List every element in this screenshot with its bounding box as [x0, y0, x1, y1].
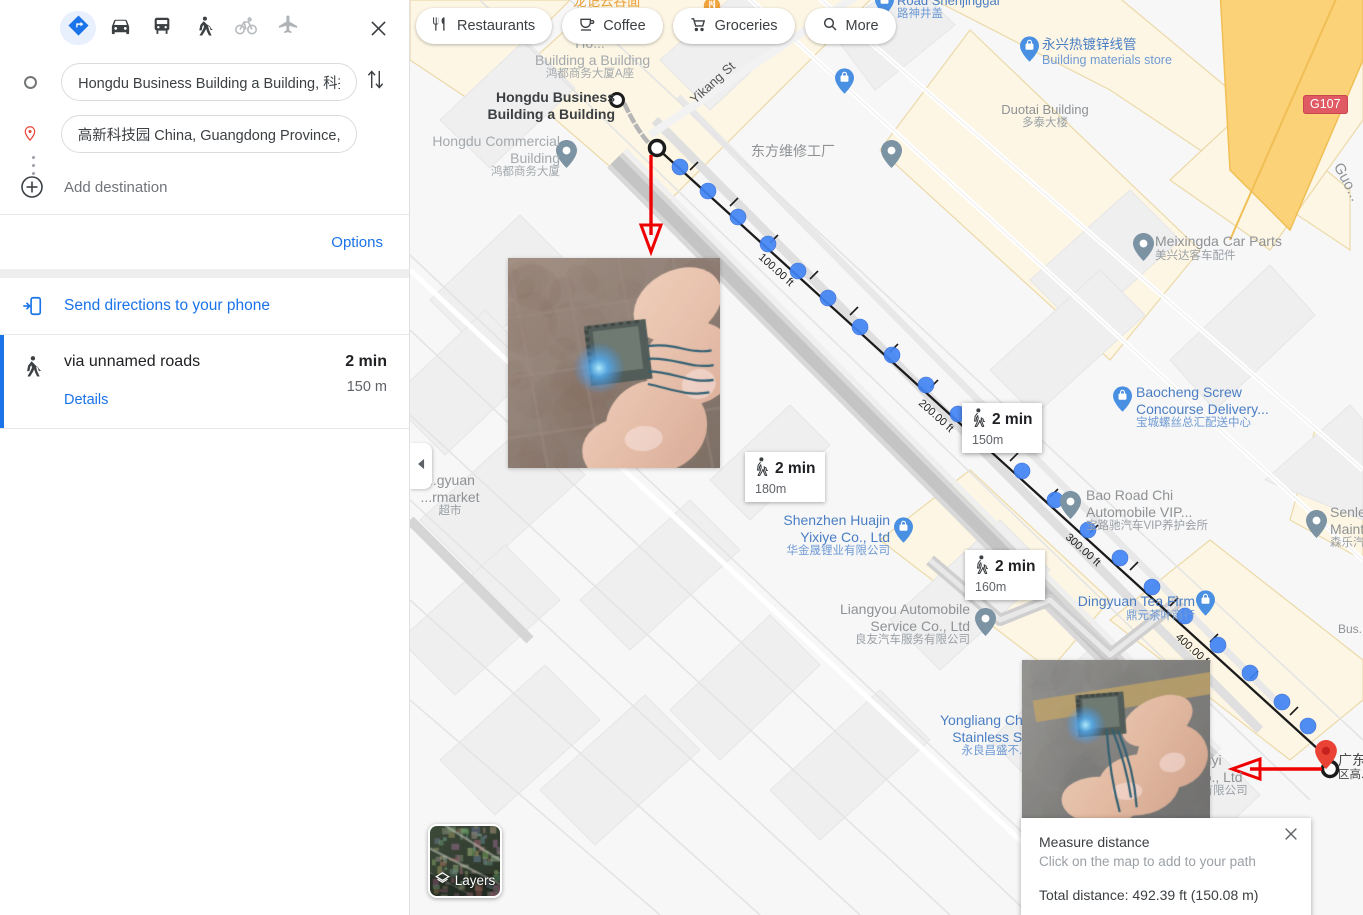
- walking-icon: [970, 408, 985, 432]
- map-label-bus: Bus...: [1338, 622, 1363, 636]
- plus-circle-icon: [0, 175, 64, 199]
- chip-label: Coffee: [603, 18, 645, 34]
- walking-icon: [973, 555, 988, 579]
- chevron-left-icon: [417, 457, 426, 475]
- layers-label: Layers: [455, 873, 496, 888]
- route-selected-accent: [0, 335, 4, 428]
- route-title: via unnamed roads: [64, 353, 345, 371]
- transit-icon: [151, 15, 173, 42]
- callout-distance: 150m: [972, 433, 1032, 447]
- measure-title: Measure distance: [1039, 834, 1293, 850]
- measure-start-node: [650, 141, 665, 156]
- measure-subtitle: Click on the map to add to your path: [1039, 854, 1293, 869]
- google-maps-app: 100.00 ft 200.00 ft 300.00 ft 400.00 ft: [0, 0, 1363, 915]
- chip-more[interactable]: More: [805, 8, 896, 44]
- search-icon: [822, 16, 838, 36]
- walking-icon: [0, 353, 64, 381]
- measure-distance-popup: Measure distance Click on the map to add…: [1021, 818, 1311, 915]
- photo-overlay-top: [508, 258, 720, 468]
- close-directions-button[interactable]: [361, 11, 395, 45]
- add-destination-label: Add destination: [64, 179, 167, 196]
- bicycle-icon: [234, 14, 258, 43]
- coffee-icon: [579, 16, 595, 36]
- chip-coffee[interactable]: Coffee: [562, 8, 662, 44]
- poi-pin-meixingda[interactable]: [1133, 233, 1154, 266]
- callout-time: 2 min: [775, 460, 815, 478]
- poi-pin-dongfang[interactable]: [881, 140, 902, 173]
- collapse-sidebar-button[interactable]: [410, 443, 432, 489]
- mode-cycling[interactable]: [228, 11, 270, 45]
- origin-row: Hongdu Business Building a Building, 科技: [0, 56, 395, 108]
- walk-callout-160m[interactable]: 2 min 160m: [965, 550, 1045, 600]
- measure-total-distance: Total distance: 492.39 ft (150.08 m): [1039, 887, 1293, 903]
- destination-value: 高新科技园 China, Guangdong Province, S: [78, 124, 340, 145]
- walking-icon: [753, 457, 768, 481]
- destination-pin[interactable]: [1315, 740, 1337, 774]
- map-category-chips: Restaurants Coffee Groceries More: [416, 8, 896, 44]
- origin-input[interactable]: Hongdu Business Building a Building, 科技: [61, 63, 357, 101]
- layers-button[interactable]: Layers: [428, 824, 502, 898]
- poi-pin-liangyou[interactable]: [975, 608, 996, 641]
- route-details-link[interactable]: Details: [64, 392, 345, 408]
- mode-flights[interactable]: [270, 11, 312, 45]
- chip-label: Groceries: [715, 18, 778, 34]
- mode-driving[interactable]: [102, 11, 144, 45]
- swap-waypoints-button[interactable]: [357, 68, 395, 96]
- chip-groceries[interactable]: Groceries: [673, 8, 795, 44]
- origin-node: [611, 94, 624, 107]
- callout-time: 2 min: [995, 558, 1035, 576]
- restaurant-icon: [433, 16, 449, 36]
- callout-time: 2 min: [992, 411, 1032, 429]
- mode-directions-best[interactable]: [60, 11, 102, 45]
- walk-callout-150m[interactable]: 2 min 150m: [962, 403, 1042, 453]
- route-shield-g107: G107: [1303, 95, 1348, 114]
- car-icon: [109, 14, 132, 42]
- send-directions-to-phone-row[interactable]: Send directions to your phone: [0, 278, 409, 335]
- destination-pin-icon: [0, 126, 61, 142]
- walking-icon: [193, 15, 215, 42]
- waypoint-inputs: Hongdu Business Building a Building, 科技: [0, 56, 409, 214]
- directions-diamond-icon: [67, 14, 90, 42]
- poi-pin-unnamed-store[interactable]: [835, 68, 854, 99]
- send-to-phone-icon: [0, 295, 64, 317]
- groceries-cart-icon: [690, 16, 707, 37]
- close-icon[interactable]: [1283, 826, 1301, 844]
- mode-transit[interactable]: [144, 11, 186, 45]
- poi-pin-yongxing[interactable]: [1020, 36, 1039, 67]
- poi-pin-hongdu-commercial[interactable]: [556, 140, 577, 173]
- callout-distance: 180m: [755, 482, 815, 496]
- poi-pin-senle[interactable]: [1306, 510, 1327, 543]
- mode-walking[interactable]: [186, 11, 228, 45]
- route-dots-decoration: [32, 156, 35, 175]
- chip-restaurants[interactable]: Restaurants: [416, 8, 552, 44]
- options-button[interactable]: Options: [331, 234, 383, 251]
- directions-sidebar: Hongdu Business Building a Building, 科技: [0, 0, 410, 915]
- destination-row: 高新科技园 China, Guangdong Province, S: [0, 108, 395, 160]
- chip-label: More: [846, 18, 879, 34]
- route-distance: 150 m: [345, 379, 387, 395]
- poi-pin-shenzhen-huajin[interactable]: [894, 517, 913, 548]
- destination-input[interactable]: 高新科技园 China, Guangdong Province, S: [61, 115, 357, 153]
- travel-mode-bar: [0, 0, 409, 56]
- send-directions-label: Send directions to your phone: [64, 297, 270, 315]
- poi-pin-baocheng[interactable]: [1113, 386, 1132, 417]
- sidebar-section-gap: [0, 269, 409, 278]
- swap-vertical-icon: [366, 68, 385, 96]
- options-row: Options: [0, 215, 409, 269]
- hamburger-menu-icon[interactable]: [22, 11, 48, 45]
- origin-dot-icon: [0, 76, 61, 89]
- photo-overlay-bottom: [1022, 660, 1210, 820]
- origin-value: Hongdu Business Building a Building, 科技: [78, 72, 340, 93]
- layers-icon: [435, 871, 450, 889]
- poi-pin-dingyuan[interactable]: [1196, 590, 1215, 621]
- map-canvas[interactable]: 100.00 ft 200.00 ft 300.00 ft 400.00 ft: [410, 0, 1363, 915]
- add-destination-row[interactable]: Add destination: [0, 160, 395, 214]
- airplane-icon: [277, 14, 300, 42]
- callout-distance: 160m: [975, 580, 1035, 594]
- walk-callout-180m[interactable]: 2 min 180m: [745, 452, 825, 502]
- route-option-card[interactable]: via unnamed roads Details 2 min 150 m: [0, 335, 409, 429]
- chip-label: Restaurants: [457, 18, 535, 34]
- poi-pin-bao-road-chi[interactable]: [1060, 491, 1081, 524]
- route-duration: 2 min: [345, 353, 387, 371]
